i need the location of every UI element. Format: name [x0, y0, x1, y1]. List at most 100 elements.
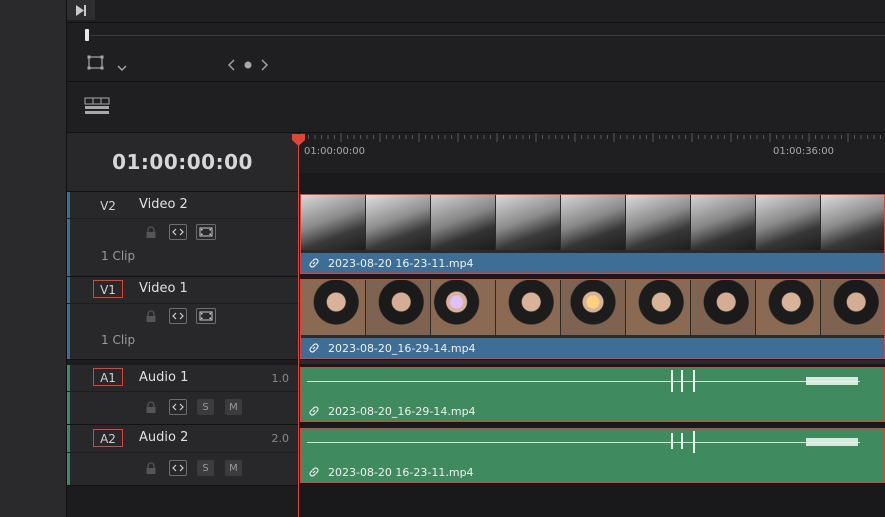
auto-select-v1[interactable]: [169, 308, 187, 324]
lock-icon: [146, 461, 156, 474]
clip-name-v2: 2023-08-20 16-23-11.mp4: [328, 256, 474, 270]
transform-dropdown[interactable]: [116, 58, 128, 77]
thumbnail: [301, 280, 366, 335]
clip-label-a1: 2023-08-20_16-29-14.mp4: [301, 401, 884, 421]
auto-select-icon: [172, 228, 184, 236]
clip-label-v1: 2023-08-20_16-29-14.mp4: [301, 338, 884, 358]
auto-select-a2[interactable]: [169, 460, 187, 476]
mute-button-a1[interactable]: M: [225, 399, 242, 415]
track-name-a2[interactable]: Audio 2: [139, 430, 188, 445]
track-id-v1[interactable]: V1: [93, 280, 123, 298]
transform-icon: [87, 55, 104, 70]
header-divider-a2: [67, 452, 298, 453]
clip-count-v2: 1 Clip: [101, 249, 136, 263]
clip-a1[interactable]: 2023-08-20_16-29-14.mp4: [300, 367, 885, 422]
ruler-label-36s: 01:00:36:00: [773, 146, 835, 157]
thumbnail: [626, 280, 691, 335]
lock-icon: [146, 309, 156, 322]
thumbnail: [821, 280, 884, 335]
ruler-label-start: 01:00:00:00: [304, 146, 366, 157]
prev-next-icon: [228, 59, 268, 71]
link-icon: [308, 405, 322, 417]
thumbnail: [431, 280, 496, 335]
track-gain-a1: 1.0: [271, 372, 290, 385]
lock-track-v1[interactable]: [143, 308, 159, 324]
track-header-v1[interactable]: V1 Video 1 1 Clip: [67, 277, 299, 360]
track-color-a1: [67, 365, 70, 424]
clip-thumbnails-v1: [301, 280, 884, 335]
timecode-text: 01:00:00:00: [112, 150, 253, 174]
mute-button-a2[interactable]: M: [225, 460, 242, 476]
video-toggle-v2[interactable]: [196, 224, 216, 240]
track-header-v2[interactable]: V2 Video 2 1 Clip: [67, 192, 299, 277]
timeline-view-options-button[interactable]: [84, 97, 110, 119]
link-icon: [308, 466, 322, 478]
clip-label-v2: 2023-08-20 16-23-11.mp4: [301, 253, 884, 273]
chevron-down-icon: [117, 65, 127, 71]
track-color-v1: [67, 277, 70, 359]
auto-select-icon: [172, 403, 184, 411]
playhead-icon: [292, 134, 305, 146]
scrub-bar[interactable]: [90, 35, 885, 36]
track-header-a1[interactable]: A1 Audio 1 1.0 S M: [67, 365, 299, 425]
clip-thumbnails-v2: [301, 195, 884, 250]
playhead-line[interactable]: [298, 140, 299, 517]
thumbnail: [821, 195, 884, 250]
waveform-peaks-a2: [671, 431, 858, 453]
header-divider-a1: [67, 391, 298, 392]
lock-track-v2[interactable]: [143, 224, 159, 240]
video-audio-separator: [299, 360, 885, 364]
track-header-a2[interactable]: A2 Audio 2 2.0 S M: [67, 425, 299, 486]
thumbnail: [691, 195, 756, 250]
track-id-v2[interactable]: V2: [93, 197, 123, 215]
track-id-a2[interactable]: A2: [93, 429, 123, 447]
auto-select-v2[interactable]: [169, 224, 187, 240]
thumbnail: [561, 195, 626, 250]
timeline-ruler[interactable]: 01:00:00:00 01:00:36:00: [299, 133, 885, 173]
clip-a2[interactable]: 2023-08-20 16-23-11.mp4: [300, 428, 885, 483]
clip-count-v1: 1 Clip: [101, 333, 136, 347]
solo-button-a1[interactable]: S: [197, 399, 214, 415]
left-gutter: [0, 0, 67, 517]
video-toggle-icon: [199, 311, 213, 321]
lock-icon: [146, 400, 156, 413]
lock-track-a1[interactable]: [143, 399, 159, 415]
track-name-v2[interactable]: Video 2: [139, 197, 188, 212]
auto-select-icon: [172, 464, 184, 472]
video-toggle-v1[interactable]: [196, 308, 216, 324]
clip-v2[interactable]: 2023-08-20 16-23-11.mp4: [300, 194, 885, 274]
timecode-display[interactable]: 01:00:00:00: [67, 133, 299, 192]
clip-name-v1: 2023-08-20_16-29-14.mp4: [328, 341, 476, 355]
track-color-a2: [67, 425, 70, 485]
header-separator: [67, 360, 298, 364]
header-divider-v2: [67, 218, 298, 219]
thumbnail: [366, 280, 431, 335]
timeline-layout-icon: [84, 97, 110, 114]
track-color-v2: [67, 192, 70, 276]
scrub-handle[interactable]: [85, 29, 89, 41]
thumbnail: [626, 195, 691, 250]
timeline-toolbar: [67, 82, 885, 133]
thumbnail: [496, 280, 561, 335]
solo-button-a2[interactable]: S: [197, 460, 214, 476]
clip-v1[interactable]: 2023-08-20_16-29-14.mp4: [300, 279, 885, 359]
track-id-a1[interactable]: A1: [93, 368, 123, 386]
play-to-end-button[interactable]: [67, 0, 95, 20]
thumbnail: [366, 195, 431, 250]
track-name-v1[interactable]: Video 1: [139, 281, 188, 296]
track-gain-a2: 2.0: [271, 432, 290, 445]
track-name-a1[interactable]: Audio 1: [139, 370, 188, 385]
transform-button[interactable]: [87, 55, 105, 75]
thumbnail: [756, 280, 821, 335]
link-icon: [308, 342, 322, 354]
waveform-peaks-a1: [671, 370, 858, 392]
header-divider-v1: [67, 303, 298, 304]
top-strip: [67, 0, 885, 23]
playhead-handle[interactable]: [291, 132, 306, 151]
play-to-end-icon: [76, 4, 86, 16]
lock-track-a2[interactable]: [143, 460, 159, 476]
clip-navigator[interactable]: [226, 57, 272, 76]
auto-select-a1[interactable]: [169, 399, 187, 415]
clip-name-a1: 2023-08-20_16-29-14.mp4: [328, 404, 476, 418]
link-icon: [308, 257, 322, 269]
